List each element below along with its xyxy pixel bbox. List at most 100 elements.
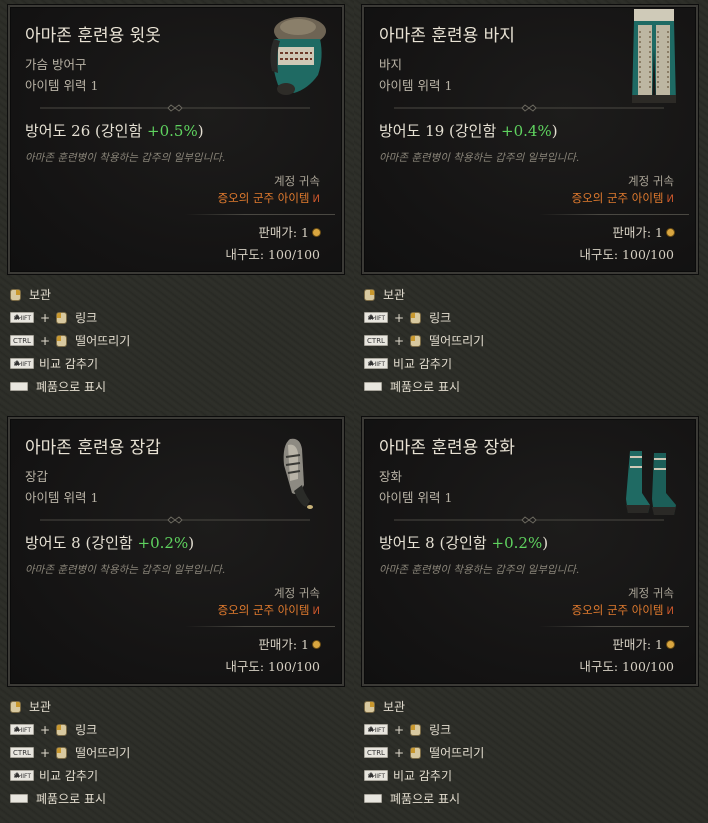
action-hide-compare[interactable]: SHIFT 비교 감추기 [10,352,344,375]
durability: 내구도: 100/100 [225,659,320,674]
armor-close: ) [188,534,195,552]
sell-price: 판매가: 1 [258,222,320,241]
item-tooltip: 아마존 훈련용 윗옷 가슴 방어구 아이템 위력 1 방어도 26 (강인함 +… [8,5,344,274]
action-mark-junk[interactable]: 폐품으로 표시 [364,787,698,810]
action-list: 보관 SHIFT + 링크 CTRL + 떨어뜨리기 SHIFT 비교 감추기 폐품으로 … [364,283,698,398]
durability: 내구도: 100/100 [579,659,674,674]
set-label: 증오의 군주 아이템 [217,603,310,617]
item-type: 장갑 [25,469,49,484]
set-name: 증오의 군주 아이템 ⵍ [572,602,674,618]
action-label: 떨어뜨리기 [429,746,485,760]
shift-key-icon: SHIFT [10,358,34,369]
item-panel-boots: 아마존 훈련용 장화 장화 아이템 위력 1 방어도 8 (강인함 +0.2%)… [354,411,708,823]
price-label: 판매가: 1 [612,637,663,652]
gold-coin-icon [667,229,674,236]
amazon-chest-armor-icon [270,17,326,95]
action-label: 보관 [29,700,52,714]
item-type: 가슴 방어구 [25,57,87,72]
action-stash[interactable]: 보관 [10,283,344,306]
account-bound: 계정 귀속 [628,586,674,600]
item-panel-chest: 아마존 훈련용 윗옷 가슴 방어구 아이템 위력 1 방어도 26 (강인함 +… [0,0,354,411]
account-bound: 계정 귀속 [628,174,674,188]
mouse-right-icon [364,700,375,713]
item-panel-pants: 아마존 훈련용 바지 바지 아이템 위력 1 방어도 19 (강인함 +0.4%… [354,0,708,411]
action-mark-junk[interactable]: 폐품으로 표시 [10,787,344,810]
action-link[interactable]: SHIFT + 링크 [364,306,698,329]
action-label: 링크 [75,723,98,737]
action-mark-junk[interactable]: 폐품으로 표시 [10,375,344,398]
action-hide-compare[interactable]: SHIFT 비교 감추기 [364,352,698,375]
gold-coin-icon [667,641,674,648]
item-panel-gloves: 아마존 훈련용 장갑 장갑 아이템 위력 1 방어도 8 (강인함 +0.2%)… [0,411,354,823]
armor-stat: 방어도 19 (강인함 +0.4%) [379,120,558,141]
mouse-left-icon [410,334,422,347]
separator [539,626,689,627]
item-title: 아마존 훈련용 바지 [379,26,515,46]
action-label: 폐품으로 표시 [36,792,107,806]
set-icon: ⵍ [666,194,674,205]
amazon-pants-icon [632,9,676,103]
action-drop[interactable]: CTRL + 떨어뜨리기 [10,329,344,352]
action-label: 보관 [383,288,406,302]
item-type: 바지 [379,57,403,72]
action-mark-junk[interactable]: 폐품으로 표시 [364,375,698,398]
toughness-bonus: +0.2% [137,534,189,552]
shift-key-icon: SHIFT [364,358,388,369]
action-hide-compare[interactable]: SHIFT 비교 감추기 [10,764,344,787]
action-stash[interactable]: 보관 [10,695,344,718]
armor-close: ) [197,122,204,140]
shift-key-icon: SHIFT [10,724,34,735]
item-title: 아마존 훈련용 윗옷 [25,26,161,46]
set-name: 증오의 군주 아이템 ⵍ [218,190,320,206]
action-label: 링크 [429,311,452,325]
item-power: 아이템 위력 1 [379,490,453,505]
flavor-text: 아마존 훈련병이 착용하는 갑주의 일부입니다. [379,564,580,576]
ctrl-key-icon: CTRL [364,335,388,346]
item-tooltip: 아마존 훈련용 장화 장화 아이템 위력 1 방어도 8 (강인함 +0.2%)… [362,417,698,686]
plus-icon: + [394,333,405,348]
set-icon: ⵍ [666,606,674,617]
price-label: 판매가: 1 [612,225,663,240]
price-label: 판매가: 1 [258,637,309,652]
plus-icon: + [394,745,405,760]
action-drop[interactable]: CTRL + 떨어뜨리기 [364,741,698,764]
plus-icon: + [40,745,51,760]
toughness-bonus: +0.2% [491,534,543,552]
set-icon: ⵍ [312,194,320,205]
durability: 내구도: 100/100 [579,247,674,262]
set-label: 증오의 군주 아이템 [571,603,664,617]
action-hide-compare[interactable]: SHIFT 비교 감추기 [364,764,698,787]
ctrl-key-icon: CTRL [10,747,34,758]
action-link[interactable]: SHIFT + 링크 [10,718,344,741]
plus-icon: + [394,722,405,737]
action-stash[interactable]: 보관 [364,695,698,718]
toughness-bonus: +0.4% [501,122,552,140]
action-label: 링크 [75,311,98,325]
action-link[interactable]: SHIFT + 링크 [364,718,698,741]
item-title: 아마존 훈련용 장화 [379,438,515,458]
plus-icon: + [394,310,405,325]
action-label: 비교 감추기 [39,357,99,371]
set-name: 증오의 군주 아이템 ⵍ [218,602,320,618]
action-label: 폐품으로 표시 [36,380,107,394]
action-link[interactable]: SHIFT + 링크 [10,306,344,329]
action-list: 보관 SHIFT + 링크 CTRL + 떨어뜨리기 SHIFT 비교 감추기 폐품으로 … [10,283,344,398]
plus-icon: + [40,333,51,348]
sell-price: 판매가: 1 [612,222,674,241]
shift-key-icon: SHIFT [364,724,388,735]
item-tooltip: 아마존 훈련용 장갑 장갑 아이템 위력 1 방어도 8 (강인함 +0.2%)… [8,417,344,686]
price-label: 판매가: 1 [258,225,309,240]
action-label: 링크 [429,723,452,737]
armor-value: 방어도 19 (강인함 [379,122,502,140]
mouse-right-icon [364,288,375,301]
action-drop[interactable]: CTRL + 떨어뜨리기 [364,329,698,352]
action-stash[interactable]: 보관 [364,283,698,306]
action-label: 폐품으로 표시 [390,380,461,394]
mouse-right-icon [10,288,21,301]
item-power: 아이템 위력 1 [25,78,99,93]
armor-value: 방어도 26 (강인함 [25,122,148,140]
action-drop[interactable]: CTRL + 떨어뜨리기 [10,741,344,764]
mouse-left-icon [410,746,422,759]
account-bound: 계정 귀속 [274,174,320,188]
armor-stat: 방어도 8 (강인함 +0.2%) [379,532,548,553]
